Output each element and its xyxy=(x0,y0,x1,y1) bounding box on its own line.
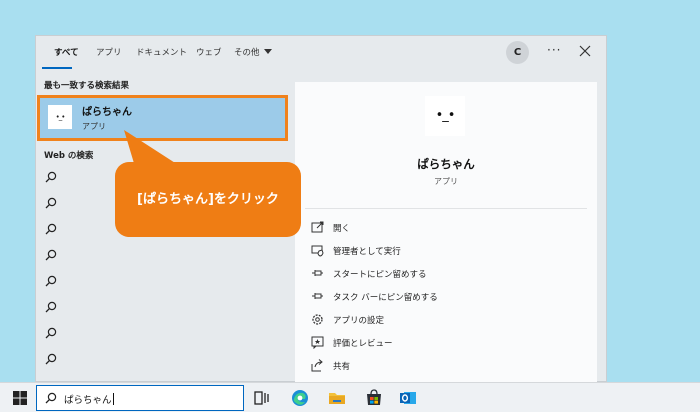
action-app-settings[interactable]: アプリの設定 xyxy=(311,310,571,330)
best-match-subtitle: アプリ xyxy=(82,122,106,131)
web-search-row[interactable] xyxy=(36,321,286,347)
search-value-text: ぱらちゃん xyxy=(64,395,112,406)
open-icon xyxy=(311,221,324,233)
search-icon xyxy=(45,353,57,365)
search-icon xyxy=(45,301,57,313)
action-label: 管理者として実行 xyxy=(333,247,401,257)
action-open[interactable]: 開く xyxy=(311,218,571,238)
avatar[interactable]: C xyxy=(506,41,529,64)
search-icon xyxy=(45,249,57,261)
action-label: 共有 xyxy=(333,362,351,372)
search-value: ぱらちゃん xyxy=(64,392,114,406)
action-label: 開く xyxy=(333,224,351,234)
detail-title: ぱらちゃん xyxy=(417,157,475,171)
pin-icon xyxy=(312,293,323,299)
action-pin-start[interactable]: スタートにピン留めする xyxy=(311,264,571,284)
taskbar-search-input[interactable]: ぱらちゃん xyxy=(36,385,244,411)
gear-icon xyxy=(312,314,323,325)
taskbar: ぱらちゃん xyxy=(0,382,700,412)
tab-more[interactable]: その他 xyxy=(234,46,272,58)
admin-shield-icon xyxy=(311,245,324,257)
best-match-label: 最も一致する検索結果 xyxy=(44,81,130,91)
action-rate-review[interactable]: 評価とレビュー xyxy=(311,333,571,353)
search-icon xyxy=(45,171,57,183)
action-label: アプリの設定 xyxy=(333,316,385,326)
web-search-row[interactable] xyxy=(36,269,286,295)
search-icon xyxy=(45,327,57,339)
best-match-title: ぱらちゃん xyxy=(82,107,132,118)
action-label: 評価とレビュー xyxy=(333,339,393,349)
search-icon xyxy=(45,223,57,235)
search-icon xyxy=(45,197,57,209)
action-share[interactable]: 共有 xyxy=(311,356,571,376)
search-icon xyxy=(45,392,57,404)
action-label: スタートにピン留めする xyxy=(333,270,427,280)
tab-web[interactable]: ウェブ xyxy=(196,46,222,58)
web-search-row[interactable] xyxy=(36,243,286,269)
search-icon xyxy=(45,275,57,287)
web-search-label: Web の検索 xyxy=(44,151,94,161)
close-icon[interactable] xyxy=(578,44,592,58)
edge-icon[interactable] xyxy=(290,388,310,408)
active-tab-indicator xyxy=(42,67,72,69)
action-run-as-admin[interactable]: 管理者として実行 xyxy=(311,241,571,261)
pin-icon xyxy=(312,270,323,276)
detail-pane: •_• ぱらちゃん アプリ 開く 管理者として実行 スタートにピン留めする タス… xyxy=(295,82,597,383)
web-search-row[interactable] xyxy=(36,347,286,373)
outlook-icon[interactable] xyxy=(398,388,418,408)
more-options-icon[interactable]: ··· xyxy=(547,43,561,57)
callout-text: [ぱらちゃん]をクリック xyxy=(137,192,279,207)
review-icon xyxy=(311,336,324,349)
tab-more-label: その他 xyxy=(234,48,260,58)
store-icon[interactable] xyxy=(364,388,384,408)
windows-start-icon[interactable] xyxy=(13,391,27,405)
detail-subtitle: アプリ xyxy=(434,177,458,186)
task-view-icon[interactable] xyxy=(252,388,272,408)
action-pin-taskbar[interactable]: タスク バーにピン留めする xyxy=(311,287,571,307)
file-explorer-icon[interactable] xyxy=(327,388,347,408)
tab-apps[interactable]: アプリ xyxy=(96,46,122,58)
search-tabs: すべて アプリ ドキュメント ウェブ その他 C ··· xyxy=(36,36,606,70)
tab-all[interactable]: すべて xyxy=(54,46,79,58)
share-icon xyxy=(311,359,323,372)
chevron-down-icon xyxy=(263,49,272,54)
app-icon-large: •_• xyxy=(425,96,465,136)
app-icon: •_• xyxy=(48,105,72,129)
text-cursor xyxy=(112,393,114,405)
action-label: タスク バーにピン留めする xyxy=(333,293,438,303)
instruction-callout: [ぱらちゃん]をクリック xyxy=(115,162,301,237)
tab-documents[interactable]: ドキュメント xyxy=(136,46,187,58)
web-search-row[interactable] xyxy=(36,295,286,321)
divider xyxy=(305,208,587,209)
